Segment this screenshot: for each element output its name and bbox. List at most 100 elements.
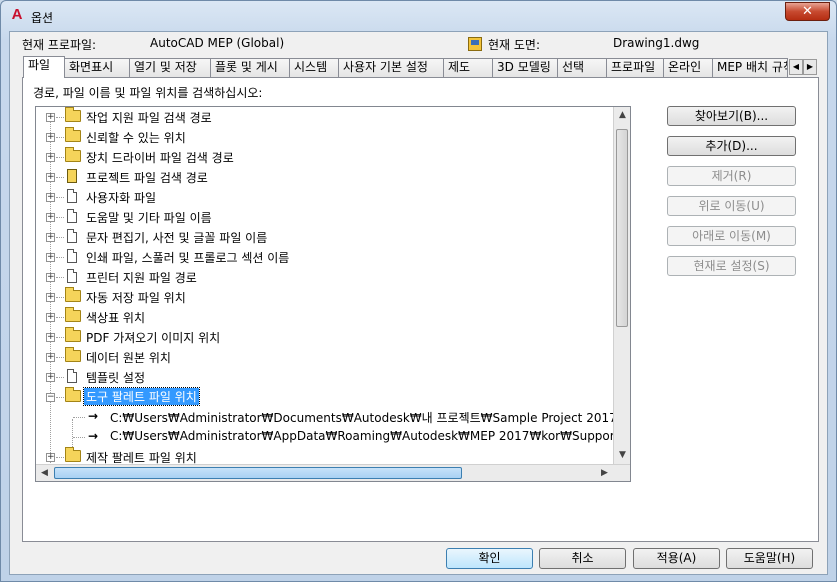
tree-item[interactable]: + 작업 지원 파일 검색 경로 <box>36 107 616 127</box>
help-button[interactable]: 도움말(H) <box>726 548 813 569</box>
tree-item-label: 프로젝트 파일 검색 경로 <box>86 171 208 185</box>
apply-button[interactable]: 적용(A) <box>633 548 720 569</box>
expand-icon[interactable]: + <box>46 333 55 342</box>
expand-icon[interactable]: + <box>46 353 55 362</box>
tree-item[interactable]: + 인쇄 파일, 스풀러 및 프롤로그 섹션 이름 <box>36 247 616 267</box>
tree-item[interactable]: + 템플릿 설정 <box>36 367 616 387</box>
tab-strip: 파일 화면표시 열기 및 저장 플롯 및 게시 시스템 사용자 기본 설정 제도… <box>22 56 819 78</box>
tab-drafting[interactable]: 제도 <box>443 58 493 77</box>
expand-icon[interactable]: + <box>46 373 55 382</box>
tree-item-label: 사용자화 파일 <box>86 191 157 205</box>
ok-button[interactable]: 확인 <box>446 548 533 569</box>
tree-item[interactable]: + 도움말 및 기타 파일 이름 <box>36 207 616 227</box>
title-bar[interactable]: A 옵션 ✕ <box>1 1 836 31</box>
browse-button[interactable]: 찾아보기(B)... <box>667 106 796 126</box>
folder-icon <box>65 287 81 302</box>
dialog-client: 현재 프로파일: AutoCAD MEP (Global) 현재 도면: Dra… <box>9 31 828 575</box>
move-up-button[interactable]: 위로 이동(U) <box>667 196 796 216</box>
file-icon <box>67 209 77 223</box>
tree-item[interactable]: + 장치 드라이버 파일 검색 경로 <box>36 147 616 167</box>
expand-icon[interactable]: + <box>46 233 55 242</box>
tree-item-label: 도움말 및 기타 파일 이름 <box>86 211 212 225</box>
file-icon <box>67 249 77 263</box>
expand-icon[interactable]: + <box>46 273 55 282</box>
arrow-right-icon: → <box>88 429 99 443</box>
move-down-button[interactable]: 아래로 이동(M) <box>667 226 796 246</box>
tree-item[interactable]: + 프린터 지원 파일 경로 <box>36 267 616 287</box>
cancel-button[interactable]: 취소 <box>539 548 626 569</box>
tree-item-label: 장치 드라이버 파일 검색 경로 <box>86 151 234 165</box>
add-button[interactable]: 추가(D)... <box>667 136 796 156</box>
folder-icon <box>65 127 81 142</box>
expand-icon[interactable]: + <box>46 133 55 142</box>
tab-selection[interactable]: 선택 <box>557 58 607 77</box>
folder-icon <box>65 347 81 362</box>
path-item[interactable]: → C:₩Users₩Administrator₩Documents₩Autod… <box>36 407 630 427</box>
folder-icon <box>65 447 81 462</box>
tree-item-selected[interactable]: − 도구 팔레트 파일 위치 <box>36 387 616 407</box>
expand-icon[interactable]: + <box>46 453 55 462</box>
folder-icon <box>65 307 81 322</box>
expand-icon[interactable]: + <box>46 313 55 322</box>
folder-icon <box>65 107 81 122</box>
scroll-left-icon[interactable]: ◀ <box>36 465 53 481</box>
tree-item[interactable]: + 색상표 위치 <box>36 307 616 327</box>
tab-files[interactable]: 파일 <box>23 56 65 78</box>
tab-open-save[interactable]: 열기 및 저장 <box>129 58 211 77</box>
expand-icon[interactable]: + <box>46 213 55 222</box>
tree-item[interactable]: + 사용자화 파일 <box>36 187 616 207</box>
tab-system[interactable]: 시스템 <box>289 58 339 77</box>
scroll-up-icon[interactable]: ▲ <box>614 107 630 124</box>
expand-icon[interactable]: + <box>46 153 55 162</box>
tab-display[interactable]: 화면표시 <box>64 58 130 77</box>
tree-item-label: 자동 저장 파일 위치 <box>86 291 186 305</box>
tree-item[interactable]: + 문자 편집기, 사전 및 글꼴 파일 이름 <box>36 227 616 247</box>
tab-plot-publish[interactable]: 플롯 및 게시 <box>210 58 290 77</box>
scroll-down-icon[interactable]: ▼ <box>614 447 630 464</box>
current-profile-value: AutoCAD MEP (Global) <box>150 36 285 50</box>
tree-item-label: 문자 편집기, 사전 및 글꼴 파일 이름 <box>86 231 268 245</box>
expand-icon[interactable]: + <box>46 293 55 302</box>
remove-button[interactable]: 제거(R) <box>667 166 796 186</box>
tree-item[interactable]: + 자동 저장 파일 위치 <box>36 287 616 307</box>
horizontal-scrollbar[interactable]: ◀ ▶ <box>36 464 630 481</box>
tree-item[interactable]: + 프로젝트 파일 검색 경로 <box>36 167 616 187</box>
tab-scroll-right-icon[interactable]: ▶ <box>803 59 817 75</box>
vertical-scrollbar[interactable]: ▲ ▼ <box>613 107 630 464</box>
drawing-icon <box>468 37 482 51</box>
tab-mep-layout-rules[interactable]: MEP 배치 규칙 <box>712 58 788 77</box>
arrow-right-icon: → <box>88 409 99 423</box>
set-current-button[interactable]: 현재로 설정(S) <box>667 256 796 276</box>
collapse-icon[interactable]: − <box>46 393 55 402</box>
tree-item-label: 도구 팔레트 파일 위치 <box>83 387 200 406</box>
window-title: 옵션 <box>31 11 54 25</box>
path-item[interactable]: → C:₩Users₩Administrator₩AppData₩Roaming… <box>36 427 630 447</box>
folder-icon <box>65 147 81 162</box>
options-dialog: A 옵션 ✕ 현재 프로파일: AutoCAD MEP (Global) 현재 … <box>0 0 837 582</box>
path-label: C:₩Users₩Administrator₩Documents₩Autodes… <box>110 411 631 425</box>
tree-item-label: 신뢰할 수 있는 위치 <box>86 131 186 145</box>
expand-icon[interactable]: + <box>46 173 55 182</box>
tab-profiles[interactable]: 프로파일 <box>606 58 664 77</box>
horizontal-scroll-thumb[interactable] <box>54 467 462 479</box>
tree-item[interactable]: + 데이터 원본 위치 <box>36 347 616 367</box>
current-drawing-label: 현재 도면: <box>488 38 541 52</box>
file-icon <box>67 189 77 203</box>
expand-icon[interactable]: + <box>46 253 55 262</box>
tab-scroll-left-icon[interactable]: ◀ <box>789 59 803 75</box>
files-tree[interactable]: + 작업 지원 파일 검색 경로 + 신뢰할 수 있는 위치 + 장치 드라이버… <box>35 106 631 482</box>
vertical-scroll-thumb[interactable] <box>616 129 628 327</box>
tree-item[interactable]: + 신뢰할 수 있는 위치 <box>36 127 616 147</box>
tree-item-label: PDF 가져오기 이미지 위치 <box>86 331 221 345</box>
expand-icon[interactable]: + <box>46 193 55 202</box>
tree-item-label: 데이터 원본 위치 <box>86 351 171 365</box>
expand-icon[interactable]: + <box>46 113 55 122</box>
close-button[interactable]: ✕ <box>785 2 830 21</box>
scroll-right-icon[interactable]: ▶ <box>596 465 613 481</box>
folder-icon <box>65 327 81 342</box>
tab-3d-modeling[interactable]: 3D 모델링 <box>492 58 558 77</box>
tree-item-label: 템플릿 설정 <box>86 371 146 385</box>
tab-user-preferences[interactable]: 사용자 기본 설정 <box>338 58 444 77</box>
tab-online[interactable]: 온라인 <box>663 58 713 77</box>
tree-item[interactable]: + PDF 가져오기 이미지 위치 <box>36 327 616 347</box>
